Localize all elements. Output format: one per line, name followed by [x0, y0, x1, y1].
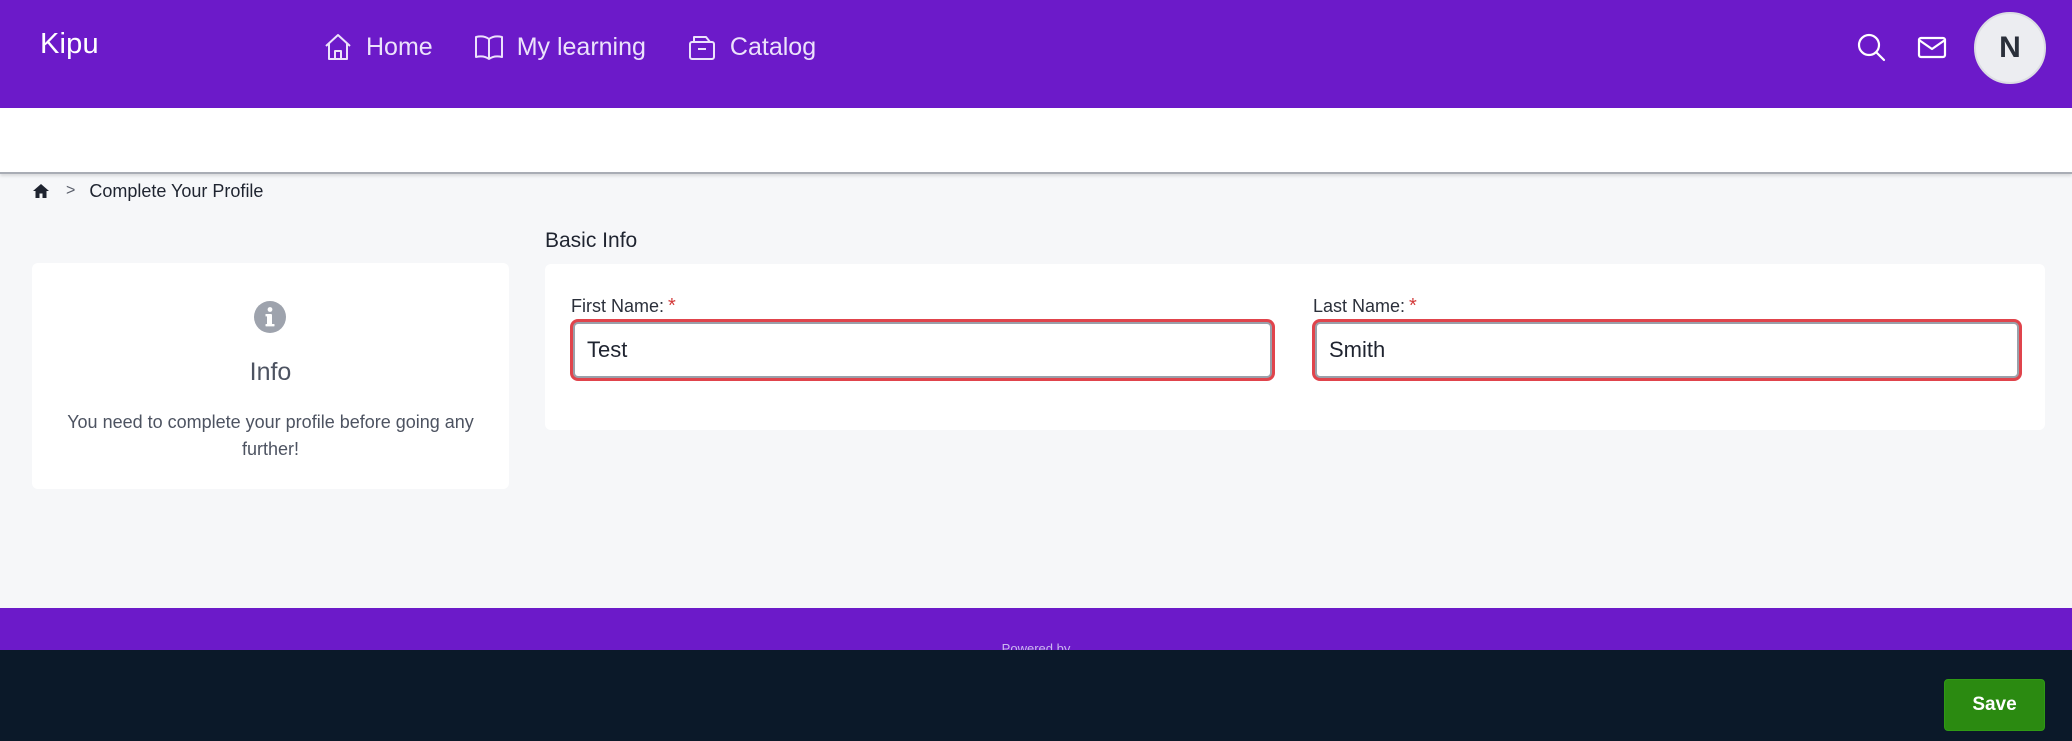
sub-header-strip [0, 108, 2072, 174]
nav-item-catalog[interactable]: Catalog [686, 31, 816, 63]
nav-item-label: My learning [516, 32, 646, 61]
info-message: You need to complete your profile before… [67, 412, 474, 459]
nav-item-label: Catalog [729, 32, 817, 61]
kipu-logo[interactable]: Kipu [40, 28, 99, 61]
first-name-label-text: First Name: [571, 296, 665, 316]
nav-item-label: Home [366, 32, 433, 61]
breadcrumb-current: Complete Your Profile [89, 180, 264, 201]
last-name-label: Last Name: * [1313, 295, 1417, 318]
catalog-icon [686, 31, 718, 63]
save-button[interactable]: Save [1944, 679, 2045, 731]
home-solid-icon[interactable] [32, 182, 50, 200]
user-avatar[interactable]: N [1974, 12, 2046, 84]
basic-info-heading: Basic Info [545, 229, 638, 252]
info-card: Info You need to complete your profile b… [32, 263, 509, 489]
required-marker: * [668, 295, 676, 317]
home-icon [322, 31, 354, 63]
breadcrumb-separator: > [66, 182, 76, 199]
first-name-field[interactable] [573, 322, 1272, 378]
footer-band: Powered by [0, 608, 2072, 650]
info-circle-icon [252, 299, 288, 335]
breadcrumb: > Complete Your Profile [32, 179, 263, 203]
powered-by-text: Powered by [1001, 641, 1071, 650]
basic-info-form: First Name:* Last Name:* [545, 264, 2045, 430]
sticky-action-bar: Save [0, 650, 2072, 741]
top-navigation-bar: Kipu Home My learning Catalog N [0, 0, 2072, 108]
mail-icon[interactable] [1916, 31, 1948, 63]
info-title: Info [249, 358, 292, 386]
first-name-label: First Name: * [571, 295, 676, 318]
last-name-field[interactable] [1315, 322, 2019, 378]
last-name-label-text: Last Name: [1313, 296, 1406, 316]
nav-item-my-learning[interactable]: My learning [473, 31, 646, 63]
book-icon [473, 31, 505, 63]
main-nav: Home My learning Catalog [322, 0, 856, 94]
search-icon[interactable] [1855, 31, 1887, 63]
required-marker: * [1409, 295, 1417, 317]
nav-item-home[interactable]: Home [322, 31, 433, 63]
